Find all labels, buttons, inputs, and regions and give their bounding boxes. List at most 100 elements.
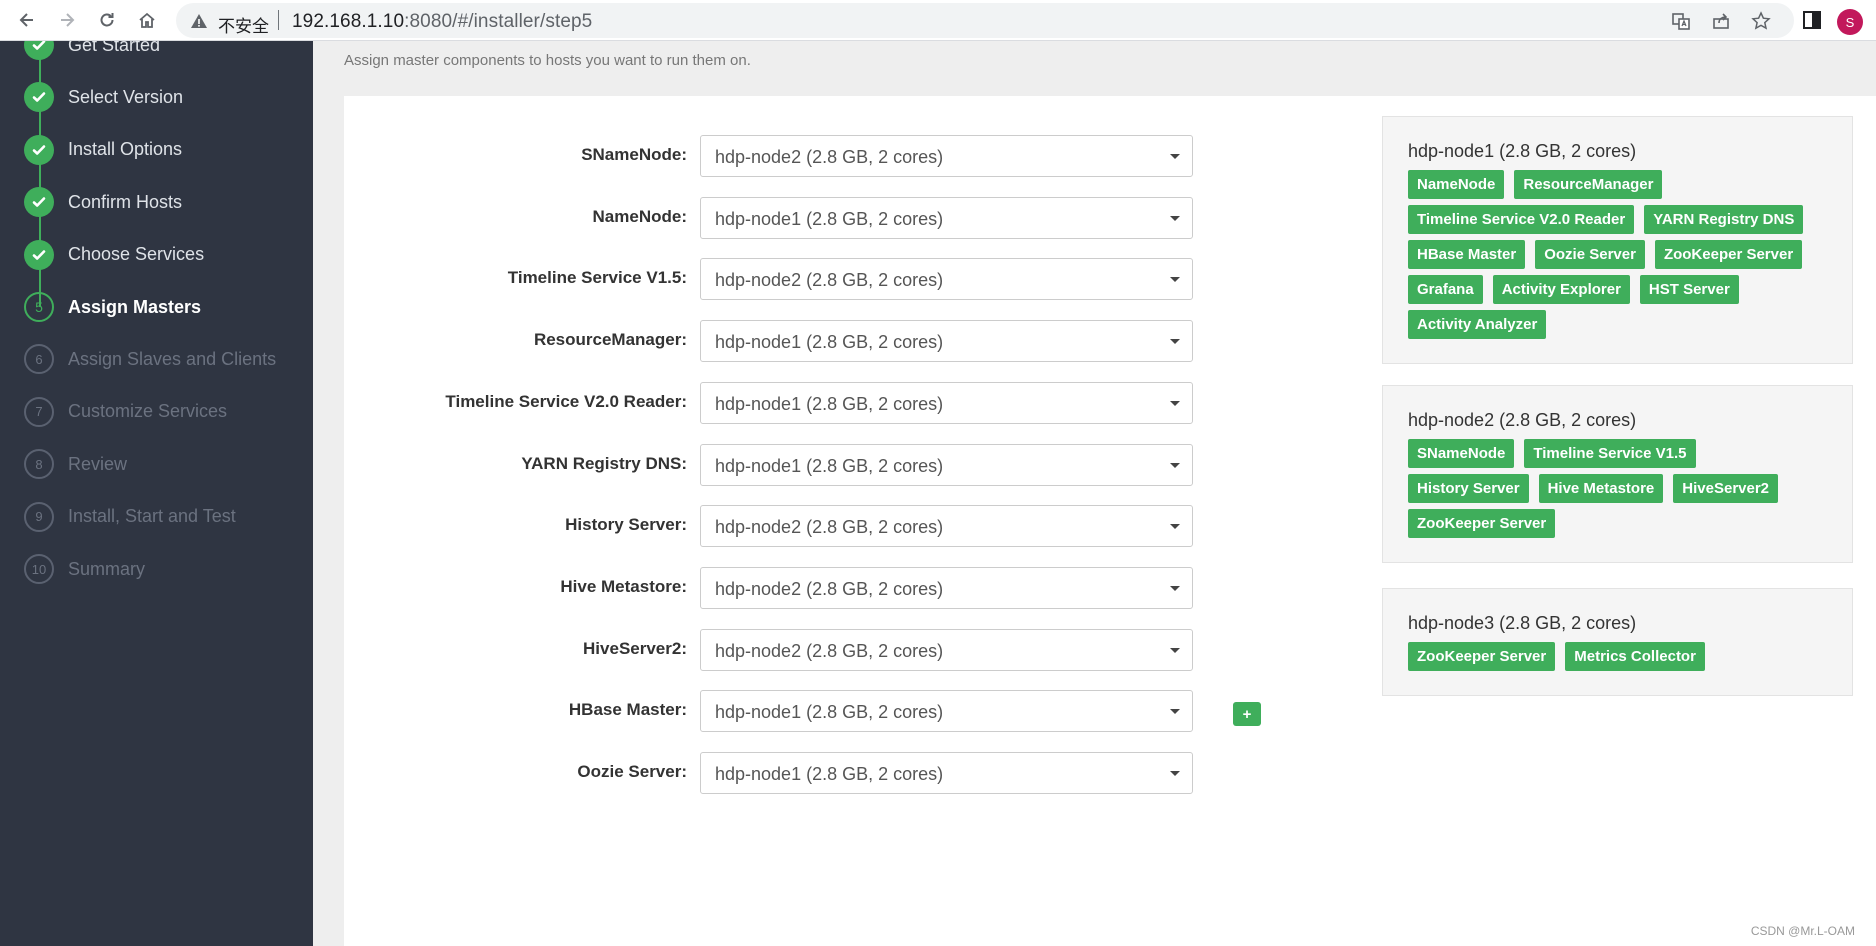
host-select[interactable]: hdp-node1 (2.8 GB, 2 cores) <box>700 320 1193 363</box>
url-text: 192.168.1.10:8080/#/installer/step5 <box>292 11 593 32</box>
assign-masters-panel: SNameNode: hdp-node2 (2.8 GB, 2 cores) Nam… <box>344 96 1876 946</box>
home-icon[interactable] <box>133 6 161 34</box>
host-select-value: hdp-node1 (2.8 GB, 2 cores) <box>715 702 944 723</box>
assignment-row: YARN Registry DNS: hdp-node1 (2.8 GB, 2 c… <box>344 443 1344 486</box>
assignment-row: Hive Metastore: hdp-node2 (2.8 GB, 2 core… <box>344 566 1344 609</box>
component-label: HiveServer2: <box>583 638 687 658</box>
sidebar-step-install-options[interactable]: Install Options <box>24 134 182 165</box>
sidebar-step-select-version[interactable]: Select Version <box>24 82 184 113</box>
component-badge: YARN Registry DNS <box>1644 205 1804 234</box>
star-icon[interactable] <box>1751 11 1771 31</box>
step-number: 10 <box>24 554 54 584</box>
assignment-row: NameNode: hdp-node1 (2.8 GB, 2 cores) <box>344 196 1344 239</box>
component-badge: Oozie Server <box>1535 240 1645 269</box>
host-select-value: hdp-node2 (2.8 GB, 2 cores) <box>715 147 944 167</box>
check-icon <box>24 82 54 113</box>
step-number: 8 <box>24 449 54 480</box>
component-label: SNameNode: <box>581 145 687 164</box>
address-bar[interactable]: 不安全 192.168.1.10:8080/#/installer/step5 <box>176 3 1794 38</box>
component-label: Timeline Service V2.0 Reader: <box>445 391 687 411</box>
sidebar-step-choose-services[interactable]: Choose Services <box>24 239 204 270</box>
host-name: hdp-node1 (2.8 GB, 2 cores) <box>1408 141 1637 161</box>
sidebar-step-customize-services: 7 Customize Services <box>24 396 228 427</box>
host-select[interactable]: hdp-node2 (2.8 GB, 2 cores) <box>700 135 1193 177</box>
step-label: Customize Services <box>68 401 228 422</box>
host-select-value: hdp-node2 (2.8 GB, 2 cores) <box>715 578 944 599</box>
host-select[interactable]: hdp-node1 (2.8 GB, 2 cores) <box>700 443 1193 486</box>
component-label: YARN Registry DNS: <box>521 453 687 473</box>
caret-down-icon <box>1170 709 1180 715</box>
component-badge: Hive Metastore <box>1538 474 1664 503</box>
profile-avatar[interactable]: S <box>1837 9 1863 35</box>
assignment-row: Timeline Service V1.5: hdp-node2 (2.8 GB,… <box>344 258 1344 301</box>
assignment-row: History Server: hdp-node2 (2.8 GB, 2 core… <box>344 505 1344 548</box>
host-select[interactable]: hdp-node2 (2.8 GB, 2 cores) <box>700 258 1193 301</box>
step-label: Confirm Hosts <box>68 191 183 212</box>
component-tags: NameNode ResourceManager Timeline Service … <box>1408 170 1832 345</box>
host-select[interactable]: hdp-node1 (2.8 GB, 2 cores) <box>700 752 1193 794</box>
host-select[interactable]: hdp-node2 (2.8 GB, 2 cores) <box>700 505 1193 548</box>
caret-down-icon <box>1170 647 1180 653</box>
sidebar-step-review: 8 Review <box>24 449 127 480</box>
host-select-value: hdp-node2 (2.8 GB, 2 cores) <box>715 270 944 291</box>
sidebar-step-summary: 10 Summary <box>24 554 145 584</box>
step-label: Summary <box>68 558 146 579</box>
security-label: 不安全 <box>218 17 269 37</box>
component-tags: SNameNode Timeline Service V1.5 History Se… <box>1408 439 1832 544</box>
host-select[interactable]: hdp-node1 (2.8 GB, 2 cores) <box>700 196 1193 239</box>
component-badge: ZooKeeper Server <box>1408 509 1556 538</box>
assignment-row: HBase Master: hdp-node1 (2.8 GB, 2 cores)… <box>344 690 1344 733</box>
host-select-value: hdp-node1 (2.8 GB, 2 cores) <box>715 332 944 353</box>
forward-icon[interactable] <box>53 6 81 34</box>
step-label: Get Started <box>68 41 161 55</box>
step-label: Assign Slaves and Clients <box>68 348 277 369</box>
component-label: HBase Master: <box>568 700 687 720</box>
component-label: NameNode: <box>592 206 687 226</box>
component-badge: Timeline Service V2.0 Reader <box>1408 205 1635 234</box>
step-label: Install, Start and Test <box>68 506 236 527</box>
component-badge: HiveServer2 <box>1673 474 1779 503</box>
sidebar-step-assign-slaves-and-clients: 6 Assign Slaves and Clients <box>24 344 277 375</box>
assignment-row: SNameNode: hdp-node2 (2.8 GB, 2 cores) <box>344 135 1344 177</box>
translate-icon[interactable] <box>1671 11 1691 31</box>
reload-icon[interactable] <box>93 6 121 34</box>
host-name: hdp-node3 (2.8 GB, 2 cores) <box>1408 613 1637 633</box>
add-hbase-master-button[interactable]: + <box>1233 702 1261 727</box>
share-icon[interactable] <box>1711 11 1731 31</box>
step-label: Select Version <box>68 86 184 107</box>
host-select[interactable]: hdp-node2 (2.8 GB, 2 cores) <box>700 566 1193 609</box>
divider <box>278 10 279 30</box>
assignment-row: Timeline Service V2.0 Reader: hdp-node1 (… <box>344 381 1344 424</box>
caret-down-icon <box>1170 277 1180 283</box>
host-select[interactable]: hdp-node1 (2.8 GB, 2 cores) <box>700 381 1193 424</box>
back-icon[interactable] <box>13 6 41 34</box>
step-number: 6 <box>24 344 54 375</box>
component-badge: Metrics Collector <box>1565 642 1705 671</box>
host-select-value: hdp-node1 (2.8 GB, 2 cores) <box>715 393 944 414</box>
component-badge: HBase Master <box>1408 240 1526 269</box>
host-select-value: hdp-node1 (2.8 GB, 2 cores) <box>715 764 944 784</box>
sidebar-step-get-started[interactable]: Get Started <box>24 41 160 60</box>
watermark: CSDN @Mr.L-OAM <box>1750 924 1855 938</box>
caret-down-icon <box>1170 215 1180 221</box>
host-select-value: hdp-node1 (2.8 GB, 2 cores) <box>715 208 944 229</box>
step-number: 7 <box>24 396 54 427</box>
wizard-sidebar: Get Started Select Version Install Options… <box>0 41 313 946</box>
host-select[interactable]: hdp-node1 (2.8 GB, 2 cores) <box>700 690 1193 733</box>
component-badge: History Server <box>1408 474 1529 503</box>
host-card: hdp-node3 (2.8 GB, 2 cores) ZooKeeper Ser… <box>1382 588 1853 696</box>
caret-down-icon <box>1170 585 1180 591</box>
sidebar-icon[interactable] <box>1801 9 1823 31</box>
sidebar-step-confirm-hosts[interactable]: Confirm Hosts <box>24 187 183 218</box>
component-badge: NameNode <box>1408 170 1505 199</box>
check-icon <box>24 187 54 218</box>
caret-down-icon <box>1170 462 1180 468</box>
component-tags: ZooKeeper Server Metrics Collector <box>1408 642 1832 677</box>
step-number: 9 <box>24 501 54 532</box>
component-badge: HST Server <box>1639 275 1739 304</box>
warning-icon <box>191 14 207 28</box>
page-subtitle: Assign master components to hosts you wa… <box>344 52 751 69</box>
check-icon <box>24 239 54 270</box>
host-select[interactable]: hdp-node2 (2.8 GB, 2 cores) <box>700 628 1193 671</box>
browser-toolbar: 不安全 192.168.1.10:8080/#/installer/step5 … <box>0 0 1876 41</box>
